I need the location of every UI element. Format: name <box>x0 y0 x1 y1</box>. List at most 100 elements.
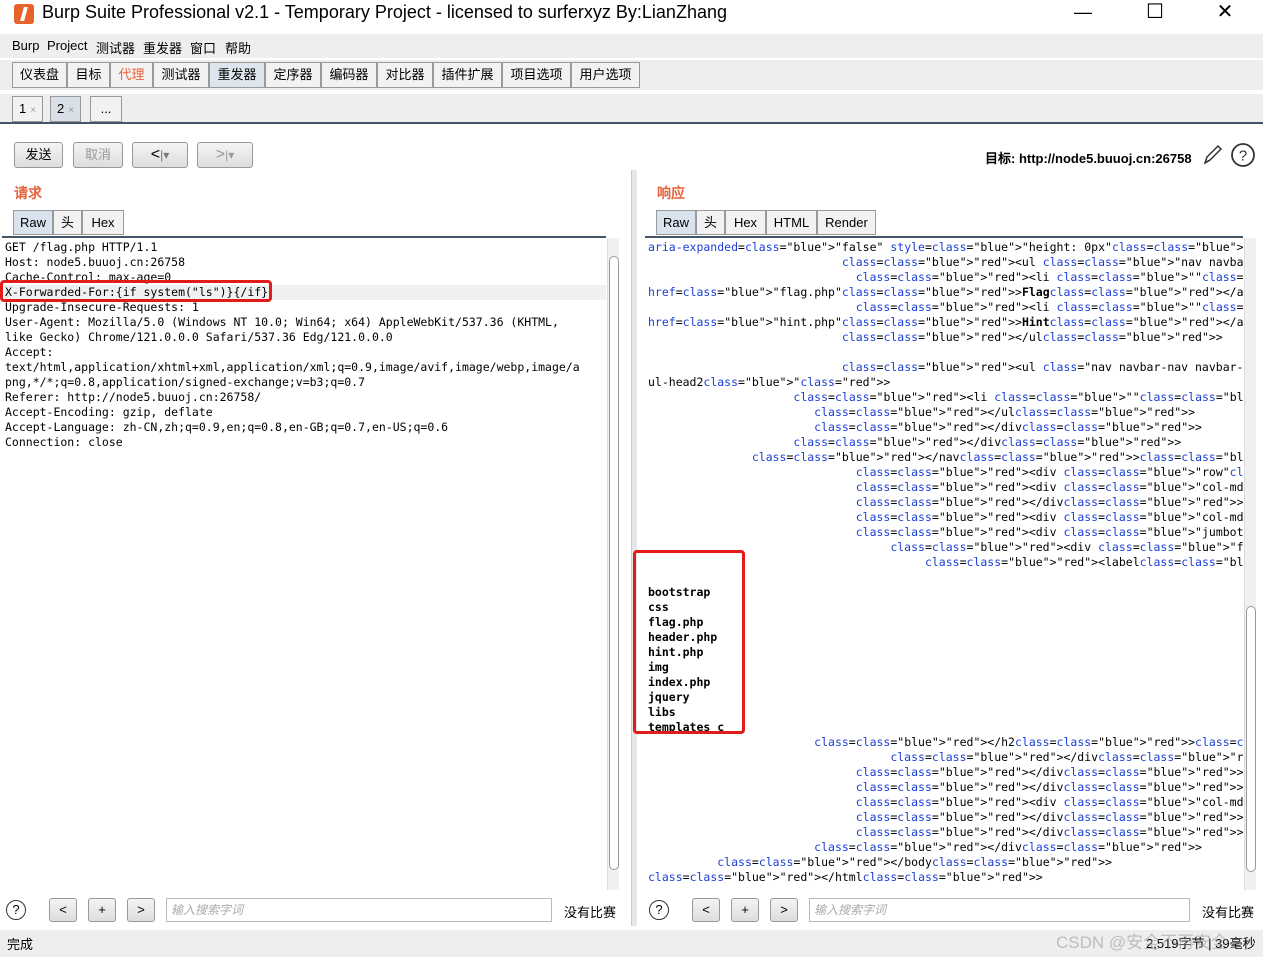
response-line: class=class="blue">"red"></divclass=clas… <box>855 810 1243 824</box>
response-scrollbar[interactable] <box>1244 238 1256 890</box>
request-line: text/html,application/xhtml+xml,applicat… <box>5 360 580 374</box>
response-line: class=class="blue">"red"></divclass=clas… <box>855 765 1243 779</box>
search-next-button[interactable]: > <box>770 898 798 922</box>
response-line: ul-head2class="blue">"class="red">> <box>648 375 891 389</box>
request-match-count: 没有比赛 <box>564 905 617 920</box>
tab-decoder[interactable]: 编码器 <box>321 62 377 88</box>
response-line: class=class="blue">"red"><ul class=class… <box>841 255 1243 269</box>
menu-repeater[interactable]: 重发器 <box>143 38 182 57</box>
response-line: class=class="blue">"red"><ul class="nav … <box>841 360 1243 374</box>
watermark: CSDN @安全不再安全 <box>1056 933 1229 952</box>
svg-text:?: ? <box>1239 148 1247 165</box>
send-button[interactable]: 发送 <box>14 142 63 168</box>
close-button[interactable]: ✕ <box>1202 0 1248 26</box>
request-line: Accept-Language: zh-CN,zh;q=0.9,en;q=0.8… <box>5 420 449 434</box>
edit-pencil-icon[interactable] <box>1202 143 1224 167</box>
target-label: 目标: http://node5.buuoj.cn:26758 <box>985 151 1192 166</box>
search-add-button[interactable]: + <box>731 898 759 922</box>
response-line: class=class="blue">"red"><li class=class… <box>855 300 1243 314</box>
response-line: class=class="blue">"red"></divclass=clas… <box>855 495 1243 509</box>
response-line: class=class="blue">"red"><li class=class… <box>855 270 1243 284</box>
request-line: User-Agent: Mozilla/5.0 (Windows NT 10.0… <box>5 315 559 329</box>
status-text: 完成 <box>7 937 34 952</box>
repeater-tab-2[interactable]: 2 × <box>50 96 82 122</box>
request-line: Referer: http://node5.buuoj.cn:26758/ <box>5 390 262 404</box>
response-line: class=class="blue">"red"></htmlclass=cla… <box>648 870 1043 884</box>
tab-proxy[interactable]: 代理 <box>110 62 153 88</box>
tab-sequencer[interactable]: 定序器 <box>265 62 321 88</box>
back-button[interactable]: <|▾ <box>132 142 188 168</box>
cancel-button[interactable]: 取消 <box>73 142 123 168</box>
response-tab-hex[interactable]: Hex <box>725 210 766 235</box>
response-tab-render[interactable]: Render <box>817 210 876 235</box>
menu-intruder[interactable]: 测试器 <box>96 38 135 57</box>
close-icon[interactable]: × <box>68 105 74 116</box>
response-tab-headers[interactable]: 头 <box>696 210 725 235</box>
response-search-input[interactable]: 输入搜索字词 <box>809 898 1190 922</box>
request-line: png,*/*;q=0.8,application/signed-exchang… <box>5 375 366 389</box>
tab-intruder[interactable]: 测试器 <box>153 62 209 88</box>
request-title: 请求 <box>14 185 42 201</box>
scroll-thumb[interactable] <box>1246 606 1256 872</box>
response-line: href=class="blue">"flag.php"class=class=… <box>648 285 1243 299</box>
search-add-button[interactable]: + <box>88 898 116 922</box>
response-line: class=class="blue">"red"></ulclass=class… <box>814 405 1196 419</box>
response-line: class=class="blue">"red"><li class=class… <box>793 390 1243 404</box>
minimize-button[interactable]: — <box>1060 0 1106 26</box>
tab-target[interactable]: 目标 <box>67 62 110 88</box>
dropdown-icon[interactable]: |▾ <box>225 148 234 162</box>
scroll-thumb[interactable] <box>609 256 619 870</box>
highlight-box <box>0 280 272 302</box>
request-tab-hex[interactable]: Hex <box>82 210 124 235</box>
response-line: class=class="blue">"red"></bodyclass=cla… <box>717 855 1112 869</box>
menu-burp[interactable]: Burp <box>12 38 39 53</box>
response-tab-html[interactable]: HTML <box>766 210 817 235</box>
response-line: aria-expanded=class="blue">"false" style… <box>648 240 1243 254</box>
highlight-box <box>633 550 745 734</box>
tab-dashboard[interactable]: 仪表盘 <box>12 62 67 88</box>
response-line: class=class="blue">"red"><div class=clas… <box>855 795 1243 809</box>
help-icon[interactable]: ? <box>649 900 669 920</box>
forward-arrow-icon: > <box>215 146 226 163</box>
response-line: class=class="blue">"red"></divclass=clas… <box>855 780 1243 794</box>
response-line: class=class="blue">"red"><div class=clas… <box>855 510 1243 524</box>
response-line: class=class="blue">"red"></divclass=clas… <box>814 840 1202 854</box>
menu-project[interactable]: Project <box>47 38 87 53</box>
request-line: like Gecko) Chrome/121.0.0.0 Safari/537.… <box>5 330 393 344</box>
request-tab-raw[interactable]: Raw <box>13 210 53 235</box>
help-icon[interactable]: ? <box>1230 142 1256 168</box>
response-tab-raw[interactable]: Raw <box>656 210 696 235</box>
response-line: class=class="blue">"red"><div class=clas… <box>855 480 1243 494</box>
response-line: href=class="blue">"hint.php"class=class=… <box>648 315 1243 329</box>
response-line: class=class="blue">"red"><div class=clas… <box>855 465 1243 479</box>
tab-user-options[interactable]: 用户选项 <box>571 62 640 88</box>
window-title: Burp Suite Professional v2.1 - Temporary… <box>42 2 727 22</box>
request-editor[interactable]: GET /flag.php HTTP/1.1 Host: node5.buuoj… <box>2 236 606 892</box>
response-line: class=class="blue">"red"></divclass=clas… <box>855 825 1243 839</box>
menu-help[interactable]: 帮助 <box>225 38 251 57</box>
tab-comparer[interactable]: 对比器 <box>377 62 433 88</box>
repeater-tab-1[interactable]: 1 × <box>12 96 44 122</box>
request-scrollbar[interactable] <box>607 238 619 890</box>
search-prev-button[interactable]: < <box>49 898 77 922</box>
repeater-tab-label: 1 <box>19 101 27 116</box>
menu-window[interactable]: 窗口 <box>190 38 216 57</box>
maximize-button[interactable]: ☐ <box>1132 0 1178 26</box>
dropdown-icon[interactable]: |▾ <box>160 148 169 162</box>
search-prev-button[interactable]: < <box>692 898 720 922</box>
request-line: GET /flag.php HTTP/1.1 <box>5 240 158 254</box>
tab-repeater[interactable]: 重发器 <box>209 62 265 88</box>
request-tab-headers[interactable]: 头 <box>53 210 82 235</box>
tab-project-options[interactable]: 项目选项 <box>502 62 571 88</box>
back-arrow-icon: < <box>150 146 161 163</box>
request-line: Upgrade-Insecure-Requests: 1 <box>5 300 199 314</box>
forward-button[interactable]: >|▾ <box>197 142 253 168</box>
split-divider[interactable] <box>631 170 637 926</box>
help-icon[interactable]: ? <box>6 900 26 920</box>
response-line: class=class="blue">"red"><div class=clas… <box>855 525 1243 539</box>
request-search-input[interactable]: 输入搜索字词 <box>166 898 552 922</box>
search-next-button[interactable]: > <box>127 898 155 922</box>
tab-extender[interactable]: 插件扩展 <box>433 62 502 88</box>
close-icon[interactable]: × <box>30 105 36 116</box>
repeater-tab-new[interactable]: ... <box>90 96 122 122</box>
